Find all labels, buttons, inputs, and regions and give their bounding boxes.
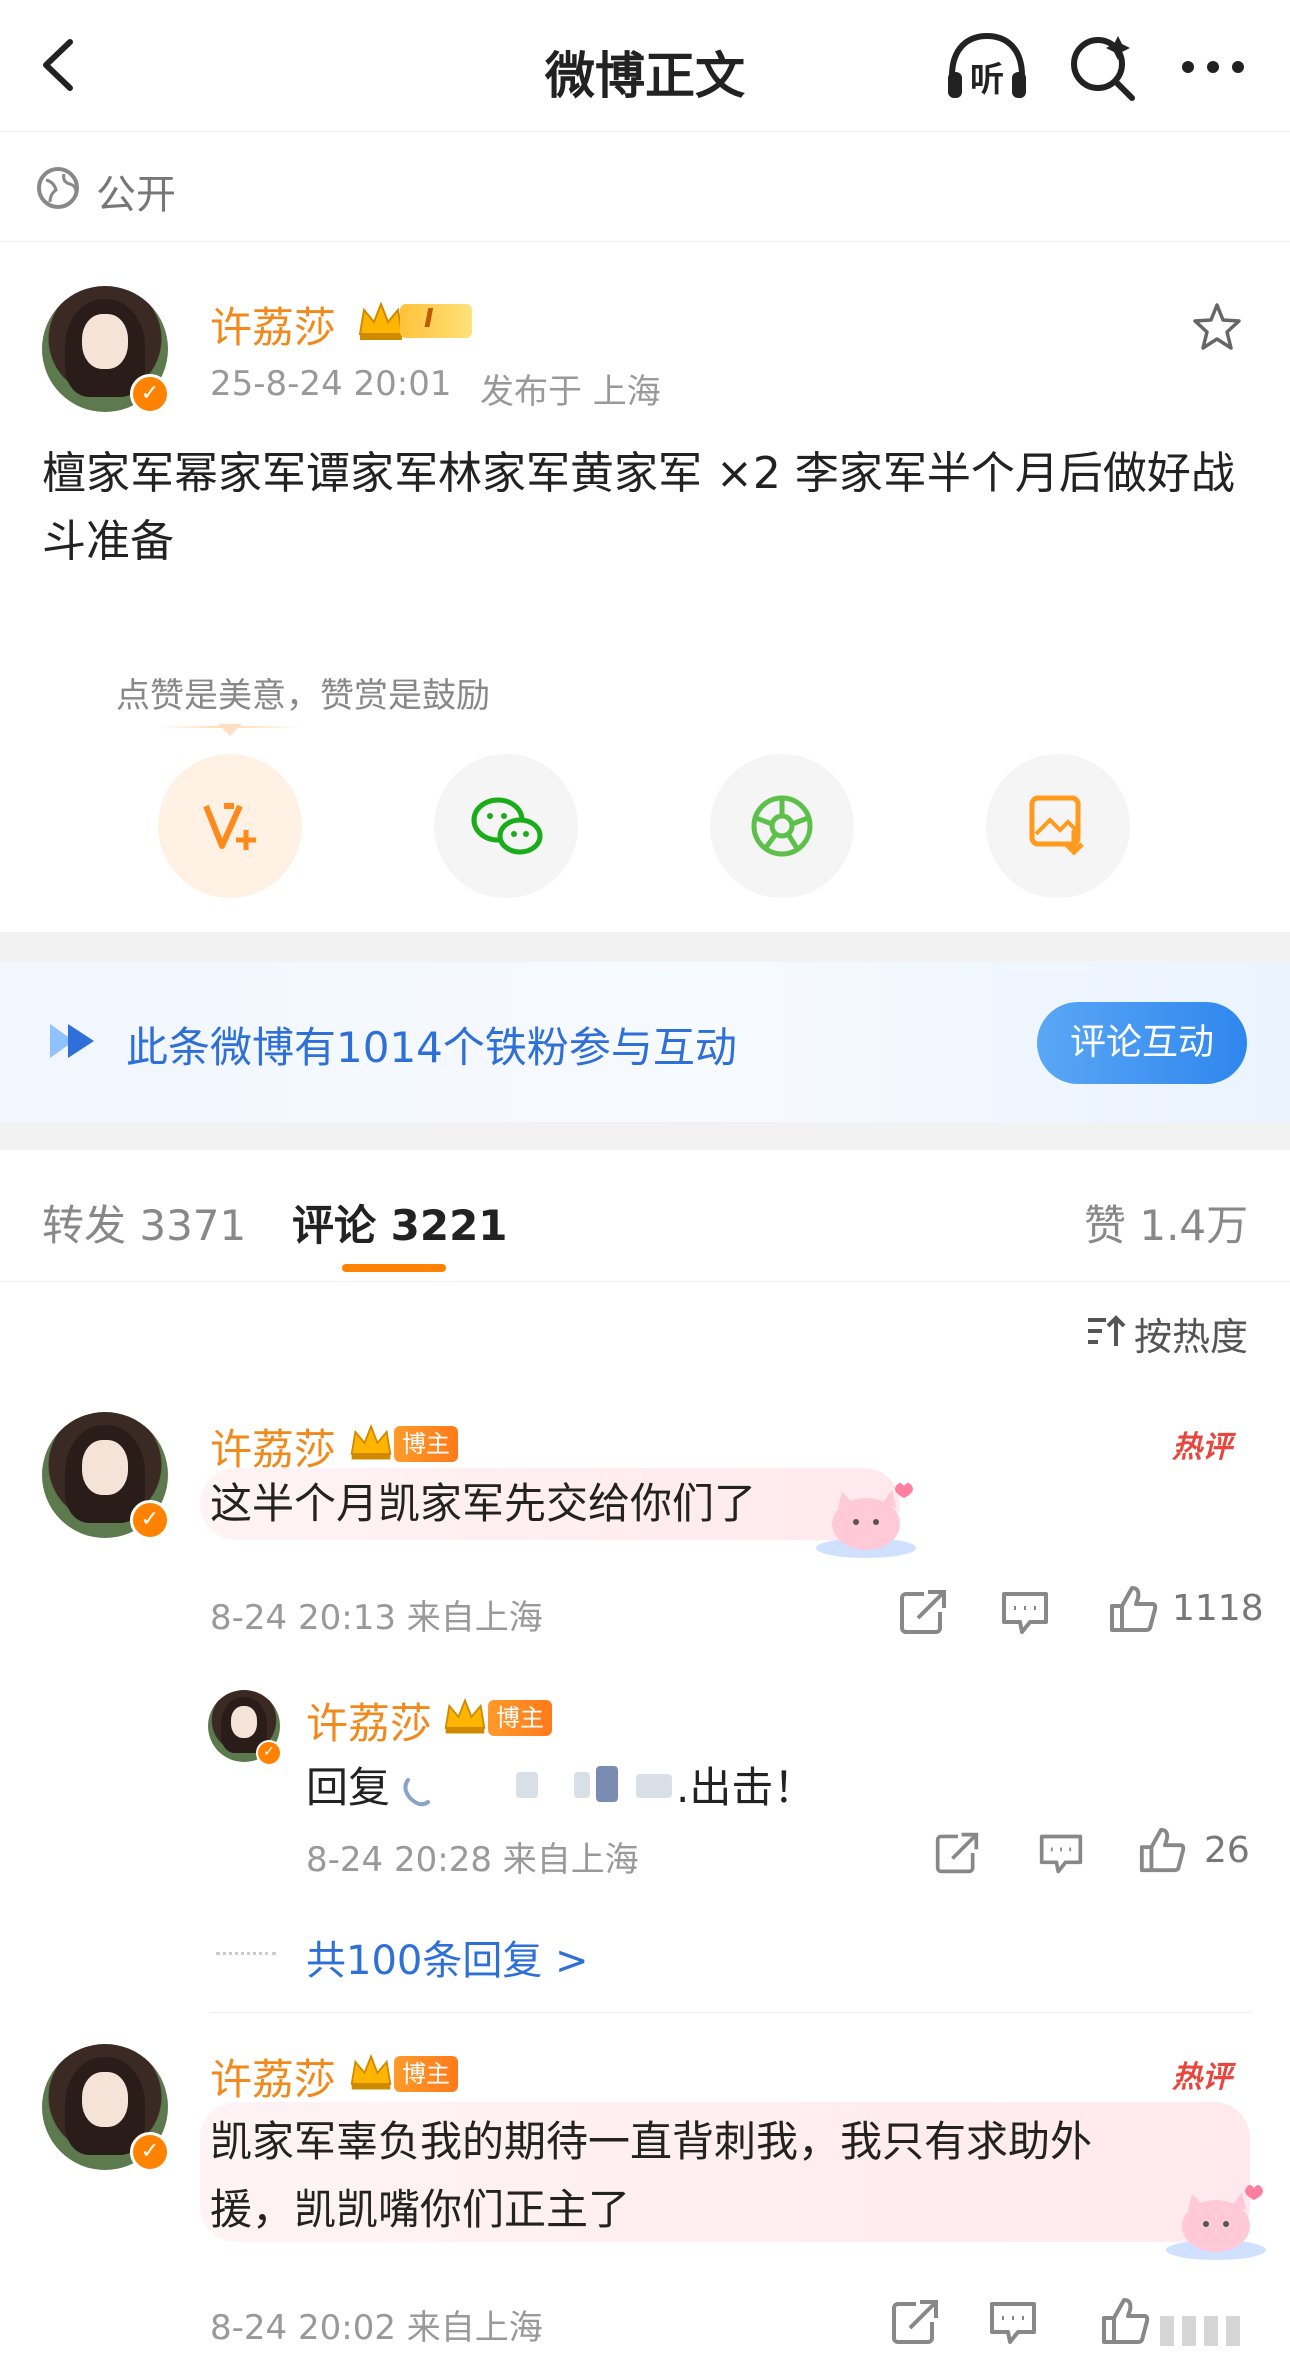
hot-comment-label: 热评	[1172, 1430, 1232, 1465]
blurred-username	[596, 1766, 618, 1802]
like-count: 26	[1204, 1830, 1250, 1871]
level-badge: I	[400, 304, 472, 338]
level-badge-text: I	[424, 304, 434, 334]
tab-comment[interactable]: 评论 3221	[292, 1192, 508, 1253]
share-wechat-button[interactable]	[434, 754, 578, 898]
share-icon	[935, 1832, 979, 1874]
sort-label: 按热度	[1134, 1315, 1249, 1359]
post-time: 25-8-24 20:01	[210, 364, 452, 404]
tab-like[interactable]: 赞 1.4万	[1084, 1192, 1248, 1253]
like-count: 1118	[1172, 1588, 1264, 1629]
share-moments-button[interactable]	[710, 754, 854, 898]
comment-divider	[210, 2012, 1250, 2013]
verified-badge: ✓	[256, 1740, 282, 1766]
globe-icon	[37, 167, 79, 209]
sort-button[interactable]: 按热度	[1082, 1306, 1252, 1359]
search-icon	[1071, 36, 1135, 101]
star-icon	[1193, 303, 1241, 350]
more-icon	[1182, 61, 1244, 73]
sort-icon	[1088, 1315, 1126, 1346]
like-icon	[1102, 2298, 1150, 2344]
blurred-username	[636, 1774, 672, 1798]
reward-button[interactable]	[158, 754, 302, 898]
comment-icon	[990, 2302, 1036, 2344]
hot-comment-label: 热评	[1172, 2060, 1232, 2095]
wechat-icon	[471, 797, 543, 855]
comment-text: 这半个月凯家军先交给你们了	[210, 1479, 757, 1528]
save-image-button[interactable]	[986, 754, 1130, 898]
phone-icon	[403, 1778, 430, 1807]
crown-icon	[350, 1423, 392, 1460]
author-name[interactable]: 许荔莎	[210, 294, 336, 355]
fans-interaction-band: 此条微博有1014个铁粉参与互动 评论互动	[0, 962, 1290, 1122]
comment-meta: 8-24 20:02 来自上海	[210, 2308, 543, 2348]
blurred-username	[574, 1772, 590, 1798]
tab-repost[interactable]: 转发 3371	[42, 1192, 246, 1253]
more-button[interactable]	[1178, 52, 1248, 82]
reply-button[interactable]	[1038, 1832, 1084, 1876]
verified-badge: ✓	[130, 374, 170, 414]
comment-icon	[1002, 1592, 1048, 1634]
verified-badge: ✓	[130, 1500, 170, 1540]
listen-label: 听	[970, 60, 1004, 100]
share-icon	[892, 2300, 938, 2344]
post-location: 发布于 上海	[480, 372, 661, 412]
fans-icon	[50, 1024, 94, 1058]
cat-sticker-icon	[1166, 2185, 1266, 2260]
visibility-label: 公开	[96, 172, 176, 218]
crown-icon	[444, 1697, 486, 1734]
comment-author[interactable]: 许荔莎	[210, 2046, 336, 2107]
share-button[interactable]	[898, 1588, 948, 1636]
moments-icon	[751, 795, 813, 857]
reply-dots-divider	[216, 1952, 276, 1955]
reward-tip-arrow	[218, 724, 242, 736]
comment-interact-button[interactable]: 评论互动	[1037, 1002, 1247, 1084]
like-button[interactable]: 26	[1138, 1826, 1252, 1876]
reply-suffix: .出击！	[676, 1763, 816, 1812]
share-button[interactable]	[934, 1830, 980, 1876]
verified-badge: ✓	[130, 2132, 170, 2172]
cat-sticker-icon	[816, 1483, 916, 1558]
like-icon	[1139, 1827, 1186, 1873]
reply-button[interactable]	[988, 2300, 1038, 2346]
share-icon	[900, 1590, 946, 1634]
search-button[interactable]	[1064, 30, 1140, 106]
favorite-button[interactable]	[1190, 300, 1244, 354]
fans-text: 此条微博有1014个铁粉参与互动	[126, 1023, 737, 1072]
listen-button[interactable]: 听	[944, 30, 1030, 104]
tab-underline	[342, 1264, 446, 1272]
blurred-username	[516, 1772, 538, 1798]
share-button[interactable]	[890, 2298, 940, 2346]
reply-meta: 8-24 20:28 来自上海	[306, 1840, 639, 1880]
post-text: 檀家军幂家军谭家军林家军黄家军 ×2 李家军半个月后做好战斗准备	[42, 448, 1235, 567]
crown-icon	[350, 2053, 392, 2090]
visibility-row: 公开	[0, 132, 1290, 242]
tab-bar: 转发 3371 评论 3221 赞 1.4万	[0, 1150, 1290, 1282]
like-count-placeholder	[1160, 2316, 1248, 2346]
save-image-icon	[1029, 795, 1084, 856]
crown-icon	[358, 301, 404, 340]
reply-author[interactable]: 许荔莎	[306, 1690, 432, 1751]
more-replies-link[interactable]: 共100条回复 >	[306, 1928, 589, 1986]
reward-tip: 点赞是美意，赞赏是鼓励	[116, 676, 490, 716]
top-nav: 微博正文 听	[0, 0, 1290, 132]
like-button[interactable]	[1100, 2292, 1252, 2350]
comment-icon	[1039, 1834, 1083, 1874]
blogger-tag: 博主	[394, 2056, 458, 2092]
blogger-tag: 博主	[488, 1700, 552, 1736]
comment-text-line2: 援，凯凯嘴你们正主了	[210, 2185, 631, 2234]
reward-icon	[203, 803, 256, 850]
reply-prefix: 回复	[306, 1763, 391, 1812]
blogger-tag: 博主	[394, 1426, 458, 1462]
reply-button[interactable]	[1000, 1590, 1050, 1636]
comment-meta: 8-24 20:13 来自上海	[210, 1598, 543, 1638]
section-gap	[0, 1122, 1290, 1150]
like-icon	[1110, 1586, 1158, 1632]
like-button[interactable]: 1118	[1108, 1584, 1264, 1636]
section-gap	[0, 932, 1290, 962]
comment-text-line1: 凯家军辜负我的期待一直背刺我，我只有求助外	[210, 2117, 1093, 2166]
